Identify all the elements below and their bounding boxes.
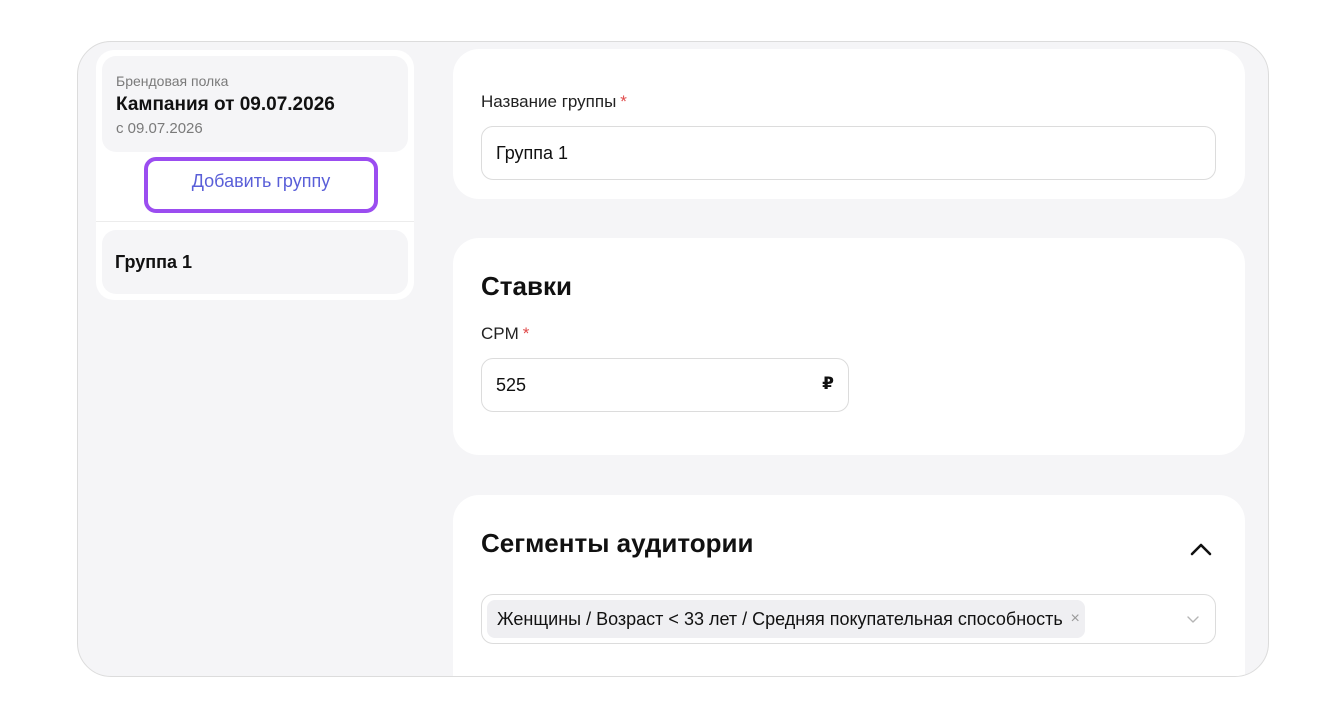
sidebar-item-group-1[interactable]: Группа 1 bbox=[102, 230, 408, 294]
campaign-type: Брендовая полка bbox=[116, 73, 229, 89]
cpm-label: CPM * bbox=[481, 323, 1217, 345]
bids-title: Ставки bbox=[481, 271, 572, 301]
currency-ruble: ₽ bbox=[822, 374, 834, 393]
group-name-label: Название группы * bbox=[481, 91, 1217, 113]
add-group-button[interactable]: Добавить группу bbox=[144, 157, 378, 213]
sidebar: Брендовая полка Кампания от 09.07.2026 с… bbox=[96, 50, 414, 300]
app-window: Брендовая полка Кампания от 09.07.2026 с… bbox=[77, 41, 1269, 677]
chevron-up-icon[interactable] bbox=[1187, 535, 1215, 563]
segments-title: Сегменты аудитории bbox=[481, 528, 754, 558]
segment-tag: Женщины / Возраст < 33 лет / Средняя пок… bbox=[487, 600, 1085, 638]
required-mark: * bbox=[620, 92, 627, 111]
group-name-label-text: Название группы bbox=[481, 92, 617, 111]
campaign-name: Кампания от 09.07.2026 bbox=[116, 94, 335, 115]
group-name-card: Название группы * bbox=[453, 49, 1245, 199]
cpm-field[interactable]: ₽ bbox=[481, 358, 849, 412]
segment-tag-label: Женщины / Возраст < 33 лет / Средняя пок… bbox=[497, 609, 1063, 629]
campaign-card[interactable]: Брендовая полка Кампания от 09.07.2026 с… bbox=[102, 56, 408, 152]
campaign-date: с 09.07.2026 bbox=[116, 120, 203, 137]
group-name-input[interactable] bbox=[481, 126, 1216, 180]
chevron-down-icon[interactable] bbox=[1185, 611, 1201, 627]
sidebar-divider bbox=[96, 221, 414, 222]
segments-select[interactable]: Женщины / Возраст < 33 лет / Средняя пок… bbox=[481, 594, 1216, 644]
cpm-label-text: CPM bbox=[481, 324, 519, 343]
bids-card: Ставки CPM* ₽ bbox=[453, 238, 1245, 455]
cpm-input[interactable] bbox=[482, 359, 782, 411]
audience-segments-card: Сегменты аудитории Женщины / Возраст < 3… bbox=[453, 495, 1245, 676]
required-mark: * bbox=[522, 324, 530, 343]
close-icon[interactable]: × bbox=[1070, 600, 1079, 638]
